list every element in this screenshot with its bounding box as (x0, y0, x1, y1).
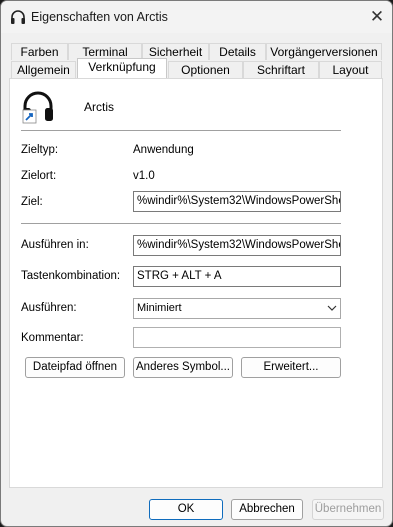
advanced-button[interactable]: Erweitert... (241, 357, 341, 378)
target-location-value: v1.0 (133, 170, 155, 182)
tab-schriftart[interactable]: Schriftart (243, 61, 319, 78)
run-select[interactable]: Minimiert (133, 298, 341, 319)
tab-allgemein[interactable]: Allgemein (11, 61, 76, 78)
divider (21, 130, 341, 131)
change-icon-button[interactable]: Anderes Symbol... (133, 357, 233, 378)
tab-verknuepfung[interactable]: Verknüpfung (77, 58, 167, 78)
target-location-label: Zielort: (21, 170, 57, 182)
properties-dialog: Eigenschaften von Arctis ✕ Farben Termin… (0, 0, 393, 527)
headset-icon (22, 91, 53, 124)
target-label: Ziel: (21, 196, 43, 208)
tab-optionen[interactable]: Optionen (168, 61, 243, 78)
start-in-field[interactable]: %windir%\System32\WindowsPowerShell\v (133, 235, 341, 256)
run-select-value: Minimiert (137, 302, 182, 314)
headset-icon (11, 10, 25, 24)
title-bar[interactable]: Eigenschaften von Arctis ✕ (1, 1, 392, 33)
divider (21, 223, 341, 224)
open-file-location-button[interactable]: Dateipfad öffnen (25, 357, 125, 378)
app-name: Arctis (84, 100, 114, 114)
shortcut-key-label: Tastenkombination: (21, 270, 121, 282)
target-type-value: Anwendung (133, 144, 194, 156)
tab-details[interactable]: Details (209, 43, 266, 60)
tab-vorgaengerversionen[interactable]: Vorgängerversionen (266, 43, 382, 60)
target-type-label: Zieltyp: (21, 144, 59, 156)
run-label: Ausführen: (21, 302, 77, 314)
close-button[interactable]: ✕ (362, 3, 392, 31)
target-field[interactable]: %windir%\System32\WindowsPowerShell\v (133, 191, 341, 212)
window-title: Eigenschaften von Arctis (31, 10, 168, 24)
cancel-button[interactable]: Abbrechen (231, 499, 303, 520)
shortcut-key-field[interactable]: STRG + ALT + A (133, 266, 341, 287)
tab-layout[interactable]: Layout (319, 61, 382, 78)
tab-farben[interactable]: Farben (11, 43, 68, 60)
ok-button[interactable]: OK (149, 499, 223, 520)
comment-label: Kommentar: (21, 332, 84, 344)
comment-field[interactable] (133, 327, 341, 348)
apply-button[interactable]: Übernehmen (312, 499, 384, 520)
start-in-label: Ausführen in: (21, 239, 89, 251)
chevron-down-icon (327, 305, 337, 311)
